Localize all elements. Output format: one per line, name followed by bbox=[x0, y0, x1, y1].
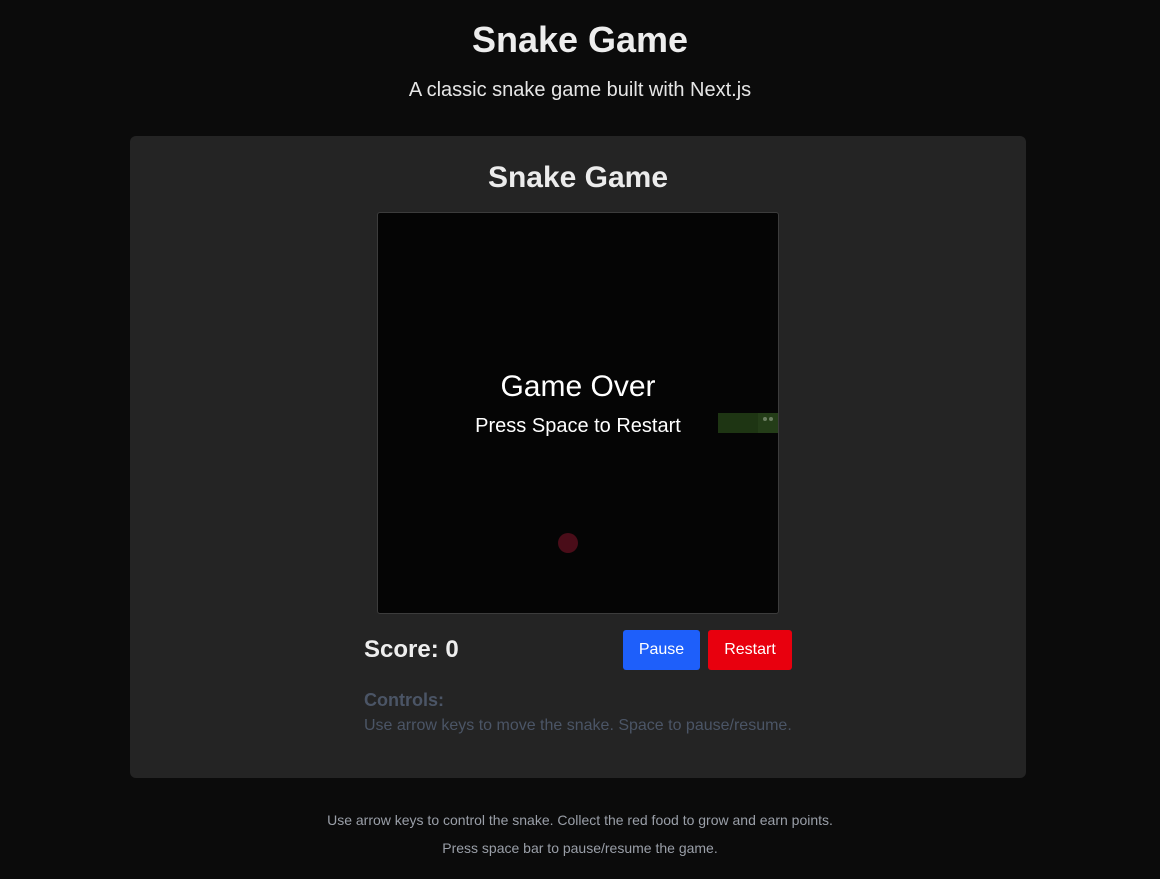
footer-instructions: Use arrow keys to control the snake. Col… bbox=[327, 812, 833, 828]
controls-text: Use arrow keys to move the snake. Space … bbox=[364, 717, 792, 734]
game-board[interactable]: Game Over Press Space to Restart bbox=[377, 212, 779, 614]
food-pellet bbox=[558, 533, 578, 553]
page-title: Snake Game bbox=[471, 19, 689, 60]
page-subtitle: A classic snake game built with Next.js bbox=[408, 79, 752, 101]
restart-button[interactable]: Restart bbox=[708, 630, 792, 670]
score-display: Score: 0 bbox=[364, 636, 459, 663]
game-over-title: Game Over bbox=[500, 370, 656, 403]
game-title: Snake Game bbox=[487, 161, 669, 194]
controls-heading: Controls: bbox=[364, 690, 444, 710]
game-card: Snake Game Game Over Press Space to Rest… bbox=[130, 136, 1026, 778]
page: Snake Game A classic snake game built wi… bbox=[0, 0, 1160, 879]
footer-pause-hint: Press space bar to pause/resume the game… bbox=[442, 840, 718, 856]
restart-hint: Press Space to Restart bbox=[475, 415, 681, 437]
pause-button[interactable]: Pause bbox=[623, 630, 700, 670]
